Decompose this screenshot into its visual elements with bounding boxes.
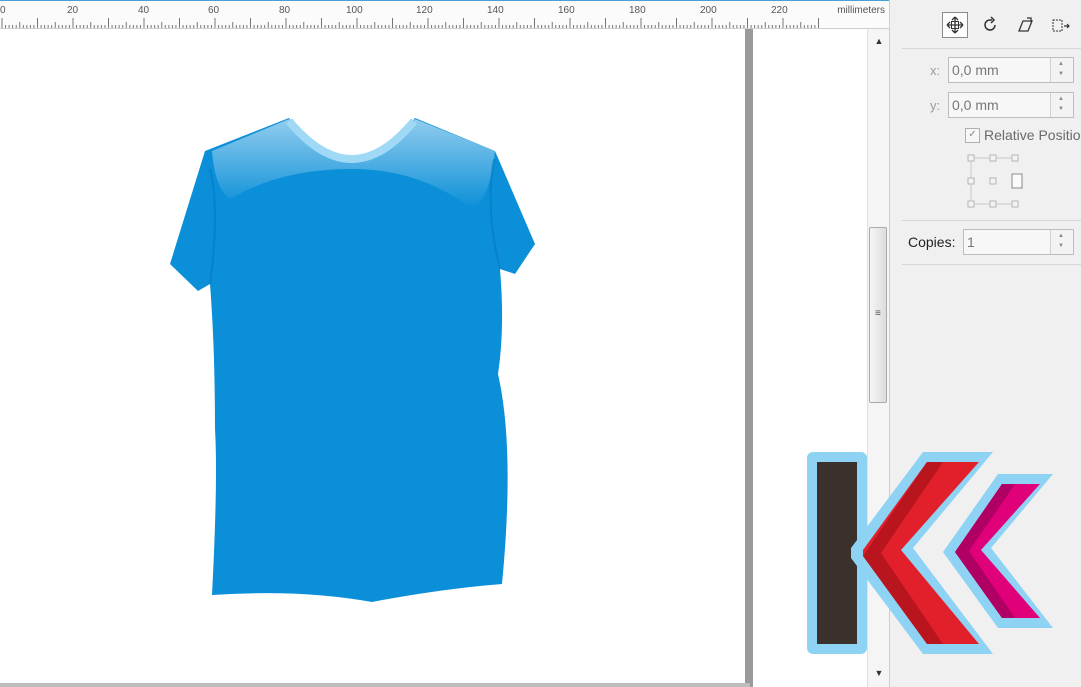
anchor-grid[interactable] <box>962 150 1032 212</box>
scroll-thumb[interactable]: ≡ <box>869 227 887 403</box>
y-spinner[interactable]: ▲ ▼ <box>1050 93 1073 117</box>
divider <box>902 220 1081 221</box>
ruler-label: 0 <box>0 5 6 16</box>
ruler-label: 140 <box>487 5 504 16</box>
ruler-label: 220 <box>771 5 788 16</box>
horizontal-ruler[interactable]: 0 20 40 60 80 100 120 140 160 180 200 22… <box>0 0 889 29</box>
rotate-icon[interactable] <box>977 12 1003 38</box>
ruler-label: 160 <box>558 5 575 16</box>
divider <box>902 264 1081 265</box>
ruler-label: 200 <box>700 5 717 16</box>
relative-position-checkbox[interactable]: ✓ <box>965 128 980 143</box>
arrow-up-icon[interactable]: ▲ <box>871 33 887 49</box>
x-position-field[interactable]: 0,0 mm ▲ ▼ <box>948 57 1074 83</box>
copies-field[interactable]: 1 ▲ ▼ <box>963 229 1074 255</box>
arrow-down-icon[interactable]: ▼ <box>871 665 887 681</box>
ruler-label: 60 <box>208 5 220 16</box>
copies-label: Copies: <box>908 234 956 250</box>
artwork <box>170 118 535 602</box>
ruler-ticks <box>1 18 819 28</box>
relative-position-label: Relative Position <box>984 127 1081 143</box>
position-icon[interactable] <box>942 12 968 38</box>
scale-mirror-icon[interactable] <box>1012 12 1038 38</box>
ruler-label: 100 <box>346 5 363 16</box>
y-position-field[interactable]: 0,0 mm ▲ ▼ <box>948 92 1074 118</box>
ruler-label: 80 <box>279 5 291 16</box>
kk-logo <box>807 452 1053 654</box>
copies-spinner[interactable]: ▲ ▼ <box>1050 230 1073 254</box>
page-bottom-border <box>0 683 750 687</box>
ruler-label: 20 <box>67 5 79 16</box>
ruler-label: 120 <box>416 5 433 16</box>
ruler-label: 180 <box>629 5 646 16</box>
x-spinner[interactable]: ▲ ▼ <box>1050 58 1073 82</box>
ruler-label: 40 <box>138 5 150 16</box>
tshirt-graphic[interactable] <box>170 118 535 602</box>
drawing-canvas[interactable] <box>0 29 867 687</box>
divider <box>902 48 1081 49</box>
grip-icon: ≡ <box>875 308 881 319</box>
ruler-unit-label: millimeters <box>837 5 885 16</box>
copies-value: 1 <box>967 234 975 250</box>
page-edge-shadow <box>745 29 753 687</box>
size-icon[interactable] <box>1047 12 1073 38</box>
y-value: 0,0 mm <box>952 97 999 113</box>
x-value: 0,0 mm <box>952 62 999 78</box>
y-label: y: <box>930 98 941 113</box>
x-label: x: <box>930 63 941 78</box>
